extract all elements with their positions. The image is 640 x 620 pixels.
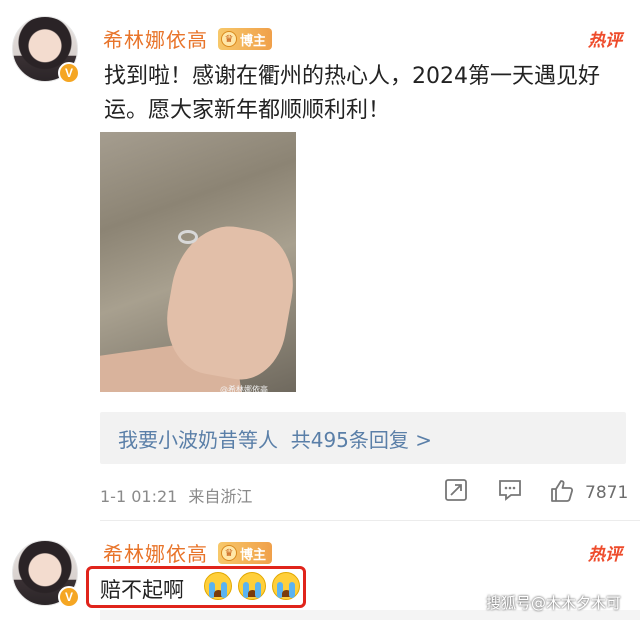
crying-emoji-icon: [204, 572, 232, 600]
share-button[interactable]: [444, 478, 468, 502]
comment-blogger-badge-label: 博主: [240, 547, 267, 563]
source-watermark: 搜狐号@木木夕木可: [486, 594, 622, 612]
photo-ring: [178, 230, 198, 244]
comment-blogger-badge: ♛ 博主: [218, 542, 273, 564]
post-photo[interactable]: @希林娜依高: [100, 132, 296, 392]
comment-hot-tag: 热评: [588, 545, 622, 565]
photo-watermark: @希林娜依高: [220, 385, 268, 392]
hot-comment-tag: 热评: [588, 31, 622, 51]
comment-icon: [499, 480, 521, 501]
verified-icon: V: [58, 62, 80, 84]
comment-button[interactable]: [497, 478, 523, 502]
author-avatar[interactable]: V: [12, 16, 80, 84]
author-name[interactable]: 希林娜依高: [103, 24, 208, 53]
crown-badge-icon: ♛: [221, 31, 237, 47]
comment-text: 赔不起啊: [100, 578, 184, 602]
share-icon: [445, 479, 467, 501]
like-icon: [551, 480, 574, 502]
crown-badge-icon: ♛: [221, 545, 237, 561]
blogger-badge: ♛ 博主: [218, 28, 273, 50]
verified-icon: V: [58, 586, 80, 608]
replies-link[interactable]: 我要小波奶昔等人 共495条回复 >: [100, 412, 626, 464]
comment-author-name[interactable]: 希林娜依高: [103, 538, 208, 567]
crying-emoji-icon: [238, 572, 266, 600]
post-timestamp: 1-1 01:21: [100, 487, 178, 506]
blogger-badge-label: 博主: [240, 33, 267, 49]
divider: [100, 520, 640, 521]
comment-author-avatar[interactable]: V: [12, 540, 80, 608]
post-location: 来自浙江: [188, 487, 253, 506]
post-meta: 1-1 01:21 来自浙江: [100, 483, 252, 507]
like-count: 7871: [585, 483, 629, 503]
replies-link-label: 我要小波奶昔等人 共495条回复 >: [118, 427, 433, 452]
post-text: 找到啦！感谢在衢州的热心人，2024第一天遇见好运。愿大家新年都顺顺利利！: [104, 64, 600, 123]
like-button[interactable]: [549, 478, 575, 504]
crying-emoji-icon: [272, 572, 300, 600]
